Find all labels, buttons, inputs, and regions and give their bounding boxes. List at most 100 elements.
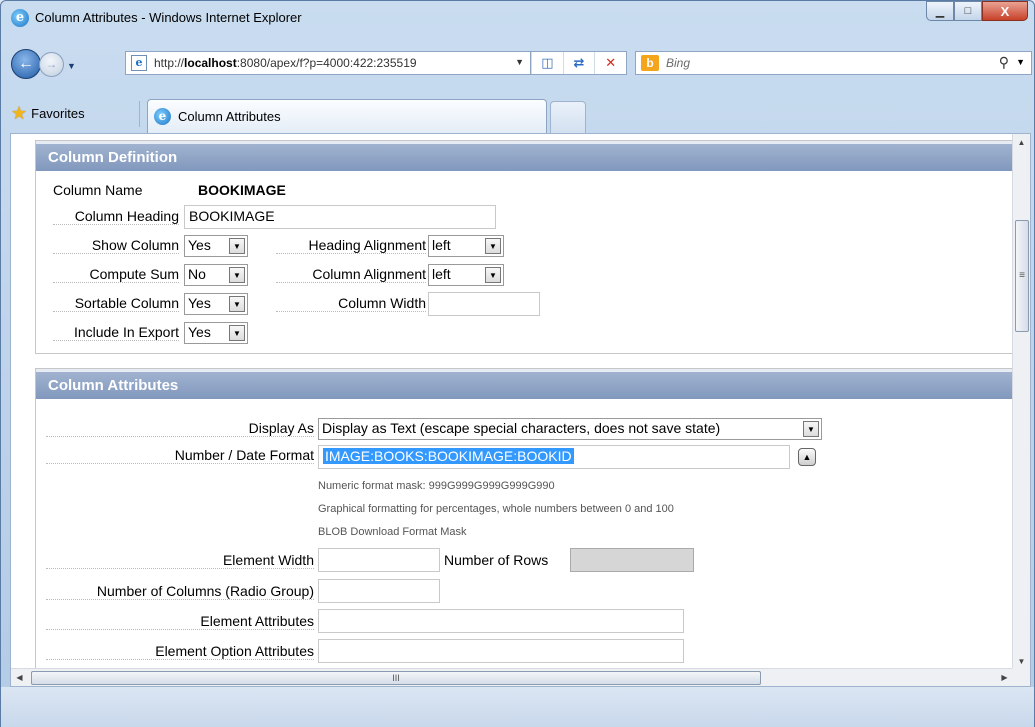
number-date-format-label: Number / Date Format bbox=[46, 447, 314, 464]
compute-sum-label: Compute Sum bbox=[53, 266, 179, 283]
display-as-value: Display as Text (escape special characte… bbox=[322, 420, 721, 436]
favorites-label: Favorites bbox=[31, 106, 85, 121]
column-attributes-title: Column Attributes bbox=[48, 377, 179, 394]
number-of-rows-label: Number of Rows bbox=[444, 552, 549, 568]
number-of-rows-input bbox=[570, 548, 694, 572]
compatibility-view-icon[interactable]: ◫ bbox=[531, 52, 563, 74]
scroll-left-icon[interactable]: ◀ bbox=[11, 669, 28, 686]
column-attributes-region: Column Attributes Display As Display as … bbox=[35, 368, 1017, 676]
forward-arrow-icon[interactable]: → bbox=[39, 52, 64, 77]
vertical-scroll-thumb[interactable]: ≡ bbox=[1015, 220, 1029, 332]
element-attributes-input[interactable] bbox=[318, 609, 684, 633]
column-heading-label: Column Heading bbox=[53, 208, 179, 225]
chevron-down-icon: ▼ bbox=[229, 267, 245, 283]
bing-logo-icon: b bbox=[641, 55, 659, 71]
hint-graphical-format[interactable]: Graphical formatting for percentages, wh… bbox=[318, 503, 674, 515]
show-column-label: Show Column bbox=[53, 237, 179, 254]
recent-pages-dropdown-icon[interactable]: ▼ bbox=[67, 61, 76, 71]
navigation-bar: ← → ▼ e http://localhost:8080/apex/f?p=4… bbox=[1, 35, 1034, 93]
stop-icon[interactable]: ✕ bbox=[594, 52, 626, 74]
address-url[interactable]: http://localhost:8080/apex/f?p=4000:422:… bbox=[154, 56, 417, 70]
internet-explorer-icon: e bbox=[11, 9, 29, 27]
maximize-button[interactable]: □ bbox=[954, 1, 982, 21]
show-column-select[interactable]: Yes ▼ bbox=[184, 235, 248, 257]
element-width-input[interactable] bbox=[318, 548, 440, 572]
column-definition-header: Column Definition bbox=[36, 141, 1016, 171]
chevron-down-icon: ▼ bbox=[229, 296, 245, 312]
browser-window: e Column Attributes - Windows Internet E… bbox=[0, 0, 1035, 727]
scrollbar-corner bbox=[1012, 668, 1030, 686]
search-box[interactable]: b Bing ⚲ ▼ bbox=[635, 51, 1032, 75]
column-heading-input[interactable]: BOOKIMAGE bbox=[184, 205, 496, 229]
page-viewport: Column Definition Column Name BOOKIMAGE … bbox=[10, 133, 1031, 687]
new-tab-button[interactable] bbox=[550, 101, 586, 133]
search-dropdown-icon[interactable]: ▼ bbox=[1016, 57, 1025, 67]
column-definition-region: Column Definition Column Name BOOKIMAGE … bbox=[35, 140, 1017, 354]
sortable-column-value: Yes bbox=[188, 295, 211, 311]
column-name-value: BOOKIMAGE bbox=[198, 182, 286, 198]
tab-bar: ★ Favorites e Column Attributes bbox=[1, 93, 1034, 133]
column-width-input[interactable] bbox=[428, 292, 540, 316]
element-width-label: Element Width bbox=[46, 552, 314, 569]
number-of-columns-input[interactable] bbox=[318, 579, 440, 603]
horizontal-scrollbar[interactable]: ◀ III ▶ bbox=[11, 668, 1013, 686]
number-date-format-input[interactable]: IMAGE:BOOKS:BOOKIMAGE:BOOKID bbox=[318, 445, 790, 469]
number-of-columns-label: Number of Columns (Radio Group) bbox=[46, 583, 314, 600]
star-icon: ★ bbox=[11, 103, 28, 123]
internet-explorer-icon: e bbox=[154, 108, 171, 125]
column-name-label: Column Name bbox=[53, 182, 143, 198]
chevron-down-icon: ▼ bbox=[803, 421, 819, 437]
search-placeholder[interactable]: Bing bbox=[666, 56, 690, 70]
magnifier-icon[interactable]: ⚲ bbox=[999, 54, 1009, 71]
column-width-label: Column Width bbox=[276, 295, 426, 312]
favorites-button[interactable]: ★ Favorites bbox=[11, 103, 85, 124]
refresh-icon[interactable]: ⇄ bbox=[562, 52, 595, 74]
page-icon: e bbox=[131, 55, 147, 71]
column-alignment-value: left bbox=[432, 266, 451, 282]
element-option-attributes-input[interactable] bbox=[318, 639, 684, 663]
url-prefix: http:// bbox=[154, 56, 185, 70]
column-alignment-select[interactable]: left ▼ bbox=[428, 264, 504, 286]
display-as-select[interactable]: Display as Text (escape special characte… bbox=[318, 418, 822, 440]
title-bar: e Column Attributes - Windows Internet E… bbox=[1, 1, 1034, 35]
tab-separator bbox=[139, 101, 140, 127]
address-tools: ◫ ⇄ ✕ bbox=[531, 51, 627, 75]
region-header-line bbox=[36, 141, 1016, 144]
chevron-down-icon: ▼ bbox=[229, 238, 245, 254]
compute-sum-value: No bbox=[188, 266, 206, 282]
element-option-attributes-label: Element Option Attributes bbox=[46, 643, 314, 660]
display-as-label: Display As bbox=[46, 420, 314, 437]
compute-sum-select[interactable]: No ▼ bbox=[184, 264, 248, 286]
url-host: localhost bbox=[184, 56, 237, 70]
heading-alignment-label: Heading Alignment bbox=[276, 237, 426, 254]
status-bar bbox=[1, 687, 1034, 727]
chevron-down-icon: ▼ bbox=[485, 238, 501, 254]
scroll-up-icon[interactable]: ▲ bbox=[1013, 134, 1030, 151]
horizontal-scroll-thumb[interactable]: III bbox=[31, 671, 761, 685]
address-dropdown-icon[interactable]: ▼ bbox=[515, 57, 524, 67]
vertical-scrollbar[interactable]: ▲ ≡ ▼ bbox=[1012, 134, 1030, 670]
back-arrow-icon[interactable]: ← bbox=[11, 49, 41, 79]
element-attributes-label: Element Attributes bbox=[46, 613, 314, 630]
heading-alignment-select[interactable]: left ▼ bbox=[428, 235, 504, 257]
popup-list-button[interactable]: ▲ bbox=[798, 448, 816, 466]
sortable-column-select[interactable]: Yes ▼ bbox=[184, 293, 248, 315]
column-alignment-label: Column Alignment bbox=[276, 266, 426, 283]
address-bar[interactable]: e http://localhost:8080/apex/f?p=4000:42… bbox=[125, 51, 531, 75]
include-in-export-select[interactable]: Yes ▼ bbox=[184, 322, 248, 344]
window-controls: ▁ □ X bbox=[926, 1, 1028, 23]
close-button[interactable]: X bbox=[982, 1, 1028, 21]
hint-blob-format[interactable]: BLOB Download Format Mask bbox=[318, 526, 467, 538]
hint-numeric-format[interactable]: Numeric format mask: 999G999G999G999G990 bbox=[318, 480, 555, 492]
url-rest: :8080/apex/f?p=4000:422:235519 bbox=[236, 56, 417, 70]
tab-label: Column Attributes bbox=[178, 109, 281, 124]
minimize-button[interactable]: ▁ bbox=[926, 1, 954, 21]
include-in-export-label: Include In Export bbox=[53, 324, 179, 341]
number-date-format-value: IMAGE:BOOKS:BOOKIMAGE:BOOKID bbox=[323, 448, 574, 464]
tab-column-attributes[interactable]: e Column Attributes bbox=[147, 99, 547, 133]
sortable-column-label: Sortable Column bbox=[53, 295, 179, 312]
scroll-right-icon[interactable]: ▶ bbox=[996, 669, 1013, 686]
chevron-down-icon: ▼ bbox=[485, 267, 501, 283]
show-column-value: Yes bbox=[188, 237, 211, 253]
page-content: Column Definition Column Name BOOKIMAGE … bbox=[11, 134, 1017, 686]
